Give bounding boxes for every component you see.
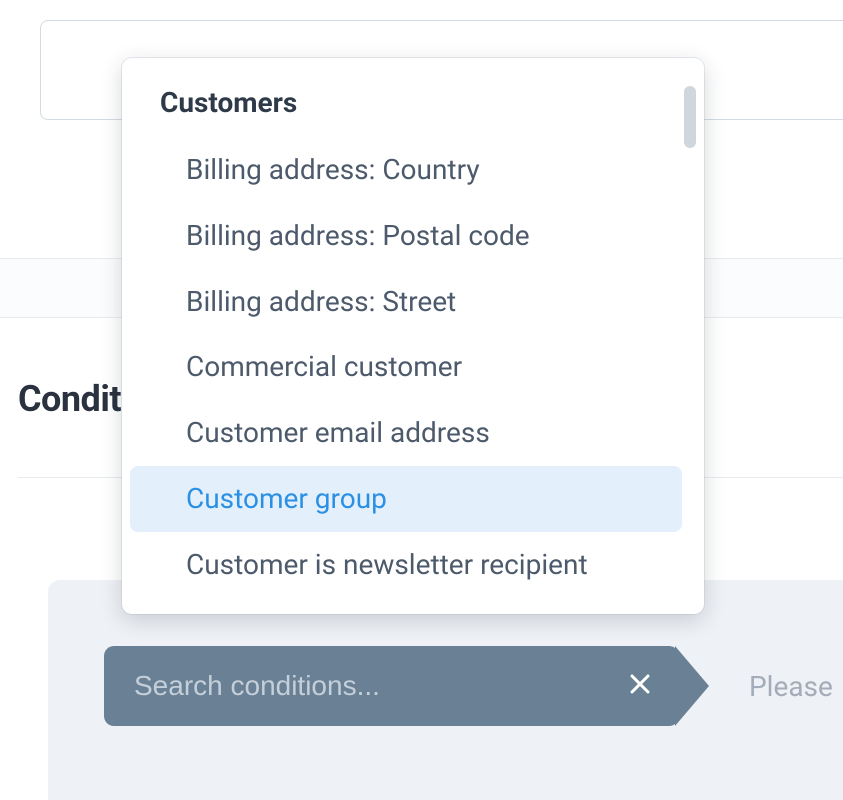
chip-arrow-icon	[675, 646, 709, 726]
dropdown-item[interactable]: Customer email address	[130, 400, 682, 466]
dropdown-item[interactable]: Billing address: Country	[130, 137, 682, 203]
dropdown-item[interactable]: Commercial customer	[130, 334, 682, 400]
dropdown-item[interactable]: Billing address: Postal code	[130, 203, 682, 269]
dropdown-item[interactable]: Customer is newsletter recipient	[130, 532, 682, 598]
dropdown-scrollbar[interactable]	[684, 86, 696, 148]
condition-chip-row: Please	[104, 646, 843, 726]
close-icon[interactable]	[629, 671, 651, 701]
conditions-dropdown: Customers Billing address: CountryBillin…	[122, 58, 704, 614]
dropdown-group-label: Customers	[130, 76, 682, 137]
dropdown-item[interactable]: Billing address: Street	[130, 269, 682, 335]
dropdown-item[interactable]: Customer group	[130, 466, 682, 532]
condition-search-chip[interactable]	[104, 646, 679, 726]
search-conditions-input[interactable]	[134, 670, 589, 702]
condition-next-chip[interactable]: Please	[709, 646, 833, 726]
next-chip-label: Please	[749, 670, 833, 703]
